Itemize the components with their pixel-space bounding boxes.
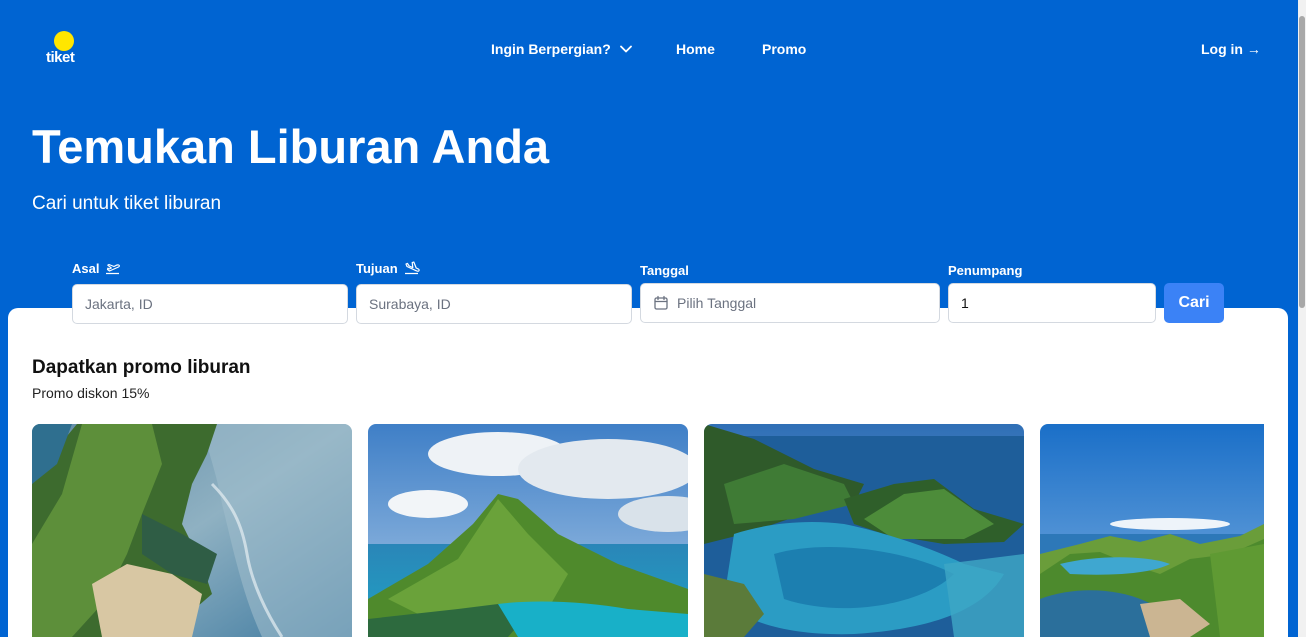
login-link[interactable]: Log in → (1201, 40, 1261, 58)
hills-bay-photo (1040, 424, 1264, 637)
nav-home-link[interactable]: Home (676, 40, 715, 58)
search-button[interactable]: Cari (1164, 283, 1224, 323)
tiket-logo[interactable]: tiket (46, 30, 86, 70)
asal-label: Asal (72, 259, 121, 277)
nav-promo-link[interactable]: Promo (762, 40, 806, 58)
vertical-scrollbar[interactable] (1298, 0, 1306, 637)
asal-input[interactable]: Jakarta, ID (72, 284, 348, 324)
logo-sun-icon (54, 31, 74, 51)
promo-card-volcano-island[interactable] (368, 424, 688, 637)
tujuan-label: Tujuan (356, 259, 420, 277)
page-subtitle: Cari untuk tiket liburan (32, 193, 222, 214)
plane-landing-icon (404, 261, 420, 275)
logo-text: tiket (46, 49, 75, 66)
promo-card-hills-bay[interactable] (1040, 424, 1264, 637)
tujuan-input[interactable]: Surabaya, ID (356, 284, 632, 324)
nav-dropdown-label: Ingin Berpergian? (491, 41, 611, 57)
tujuan-label-text: Tujuan (356, 260, 398, 276)
promo-subtitle: Promo diskon 15% (32, 385, 150, 401)
plane-takeoff-icon (106, 263, 121, 275)
promo-title: Dapatkan promo liburan (32, 357, 251, 378)
hero-section: tiket Ingin Berpergian? Home Promo Log i… (0, 0, 1298, 637)
tanggal-input[interactable]: Pilih Tanggal (640, 283, 940, 323)
calendar-icon (654, 295, 668, 310)
chevron-down-icon (619, 45, 632, 53)
lagoon-islands-photo (704, 424, 1024, 637)
scrollbar-thumb[interactable] (1299, 16, 1305, 308)
tanggal-label: Tanggal (640, 262, 689, 278)
volcano-island-photo (368, 424, 688, 637)
page-title: Temukan Liburan Anda (32, 120, 550, 173)
penumpang-label: Penumpang (948, 262, 1023, 278)
asal-label-text: Asal (72, 260, 100, 276)
penumpang-input[interactable]: 1 (948, 283, 1156, 323)
nav-dropdown-berpergian[interactable]: Ingin Berpergian? (491, 40, 632, 58)
tanggal-placeholder: Pilih Tanggal (677, 295, 757, 311)
coastal-cliff-photo (32, 424, 352, 637)
promo-card-lagoon-islands[interactable] (704, 424, 1024, 637)
promo-card-coastal-cliff[interactable] (32, 424, 352, 637)
